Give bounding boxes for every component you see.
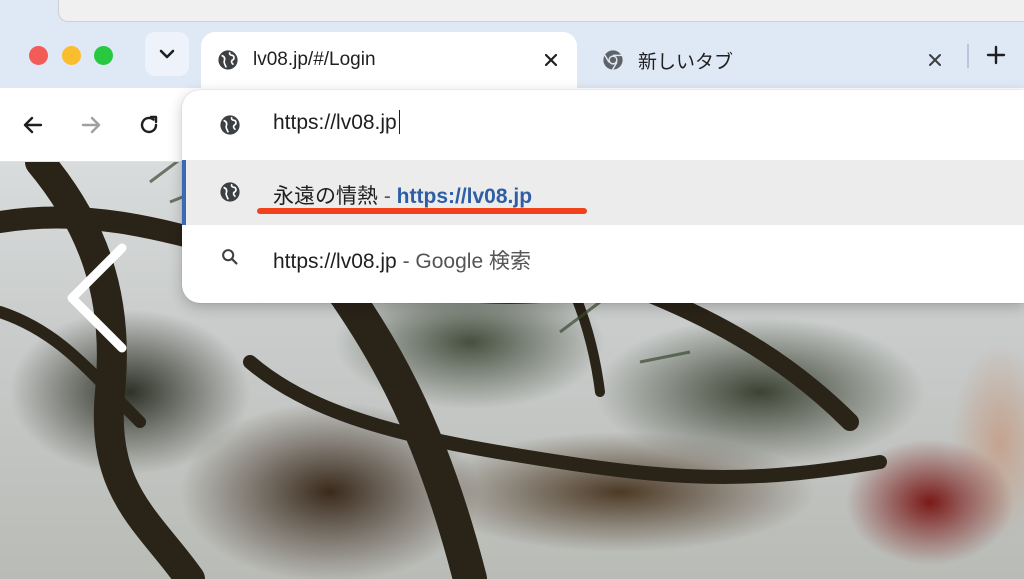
suggestion-item-selected[interactable]: 永遠の情熱 - https://lv08.jp xyxy=(182,160,1024,225)
tab-active[interactable]: lv08.jp/#/Login xyxy=(201,32,577,88)
globe-icon xyxy=(220,115,240,135)
chrome-icon xyxy=(603,50,623,71)
suggestion-url: https://lv08.jp xyxy=(396,185,533,208)
tab-close-button[interactable] xyxy=(539,48,563,72)
reload-button[interactable] xyxy=(135,111,163,139)
suggestion-separator: - xyxy=(396,250,416,273)
window-maximize-button[interactable] xyxy=(94,46,113,65)
background-window-edge xyxy=(58,0,1024,22)
suggestion-separator: - xyxy=(378,185,397,208)
suggestion-query: https://lv08.jp xyxy=(273,250,397,273)
text-caret xyxy=(398,110,400,134)
new-tab-button[interactable] xyxy=(983,42,1009,68)
address-input[interactable]: https://lv08.jp xyxy=(273,110,400,135)
arrow-left-icon xyxy=(23,116,43,134)
arrow-right-icon xyxy=(81,116,101,134)
suggestion-text: 永遠の情熱 - https://lv08.jp xyxy=(273,180,532,210)
tab-title: lv08.jp/#/Login xyxy=(253,49,376,70)
search-icon xyxy=(222,249,238,265)
suggestion-provider: Google 検索 xyxy=(415,250,531,273)
close-icon xyxy=(544,53,558,67)
window-close-button[interactable] xyxy=(29,46,48,65)
annotation-underline xyxy=(257,208,587,214)
suggestion-text: https://lv08.jp - Google 検索 xyxy=(273,245,531,275)
globe-icon xyxy=(218,50,238,70)
tab-separator xyxy=(967,44,969,68)
tab-search-button[interactable] xyxy=(145,32,189,76)
address-input-value: https://lv08.jp xyxy=(273,111,397,134)
reload-icon xyxy=(140,115,158,134)
back-button[interactable] xyxy=(19,111,47,139)
tab-inactive[interactable]: 新しいタブ xyxy=(586,32,961,88)
forward-button[interactable] xyxy=(77,111,105,139)
tab-title: 新しいタブ xyxy=(638,51,734,73)
tab-close-button[interactable] xyxy=(923,48,947,72)
globe-icon xyxy=(220,182,240,202)
suggestion-title: 永遠の情熱 xyxy=(273,185,378,208)
window-minimize-button[interactable] xyxy=(62,46,81,65)
selection-indicator xyxy=(182,160,186,225)
suggestion-item-search[interactable]: https://lv08.jp - Google 検索 xyxy=(182,225,1024,290)
close-icon xyxy=(929,54,941,66)
plus-icon xyxy=(986,45,1006,65)
omnibox-dropdown: https://lv08.jp 永遠の情熱 - https://lv08.jp … xyxy=(182,90,1024,303)
carousel-prev-arrow[interactable] xyxy=(60,240,132,360)
omnibox-input-row[interactable]: https://lv08.jp xyxy=(182,90,1024,160)
chevron-down-icon xyxy=(159,49,175,59)
